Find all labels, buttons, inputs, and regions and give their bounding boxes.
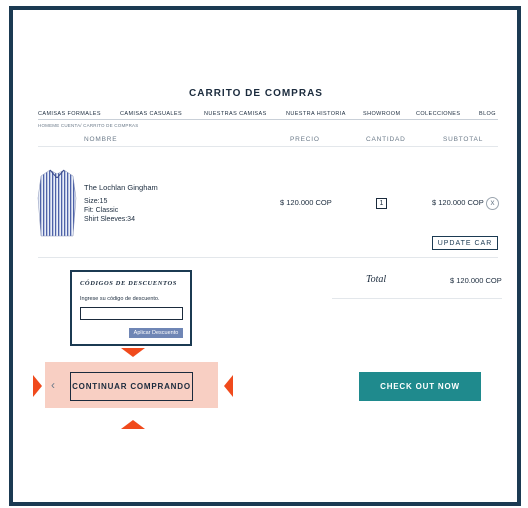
- item-price: $ 120.000 COP: [280, 198, 332, 207]
- apply-discount-button[interactable]: Aplicar Descuento: [129, 328, 183, 338]
- chevron-left-icon[interactable]: ‹: [51, 378, 55, 392]
- item-subtotal: $ 120.000 COP: [432, 198, 484, 207]
- total-label: Total: [366, 274, 387, 285]
- nav-divider: [38, 119, 498, 120]
- nav-item-blog[interactable]: BLOG: [479, 111, 496, 117]
- quantity-input[interactable]: 1: [376, 198, 387, 209]
- update-cart-button[interactable]: UPDATE CAR: [432, 236, 498, 250]
- breadcrumb[interactable]: HOMEME CUENTA/ CARRITO DE COMPRAS: [38, 123, 138, 128]
- nav-item-showroom[interactable]: SHOWROOM: [363, 111, 400, 117]
- continue-shopping-button[interactable]: CONTINUAR COMPRANDO: [70, 372, 193, 401]
- product-fit: Fit: Classic: [84, 207, 119, 214]
- page-title: CARRITO DE COMPRAS: [189, 88, 323, 99]
- nav-item-camisas-formales[interactable]: CAMISAS FORMALES: [38, 111, 101, 117]
- column-header-price: PRECIO: [290, 136, 320, 143]
- total-value: $ 120.000 COP: [450, 276, 502, 285]
- discount-prompt: Ingrese su código de descuento.: [80, 296, 160, 302]
- remove-item-icon[interactable]: x: [486, 197, 499, 210]
- nav-item-colecciones[interactable]: COLECCIONES: [416, 111, 460, 117]
- marker-down-icon: [121, 348, 145, 357]
- nav-item-camisas-casuales[interactable]: CAMISAS CASUALES: [120, 111, 182, 117]
- app-frame: [9, 6, 521, 506]
- nav-item-nuestras-camisas[interactable]: NUESTRAS CAMISAS: [204, 111, 267, 117]
- column-header-name: NOMBRE: [84, 136, 118, 143]
- discount-heading: CÓDIGOS DE DESCUENTOS: [80, 280, 178, 287]
- total-divider: [332, 298, 502, 299]
- shirt-icon[interactable]: [37, 168, 77, 238]
- marker-left-icon: [224, 375, 233, 397]
- marker-right-icon: [33, 375, 42, 397]
- header-divider: [38, 146, 498, 147]
- column-header-subtotal: SUBTOTAL: [443, 136, 484, 143]
- nav-item-nuestra-historia[interactable]: NUESTRA HISTORIA: [286, 111, 346, 117]
- product-sleeves: Shirt Sleeves:34: [84, 216, 135, 223]
- product-size: Size:15: [84, 198, 108, 205]
- cart-divider: [38, 257, 498, 258]
- checkout-button[interactable]: CHECK OUT NOW: [359, 372, 481, 401]
- marker-up-icon: [121, 420, 145, 429]
- column-header-quantity: CANTIDAD: [366, 136, 406, 143]
- discount-panel: CÓDIGOS DE DESCUENTOS Ingrese su código …: [70, 270, 192, 346]
- product-name[interactable]: The Lochlan Gingham: [84, 183, 158, 192]
- discount-code-input[interactable]: [80, 307, 183, 320]
